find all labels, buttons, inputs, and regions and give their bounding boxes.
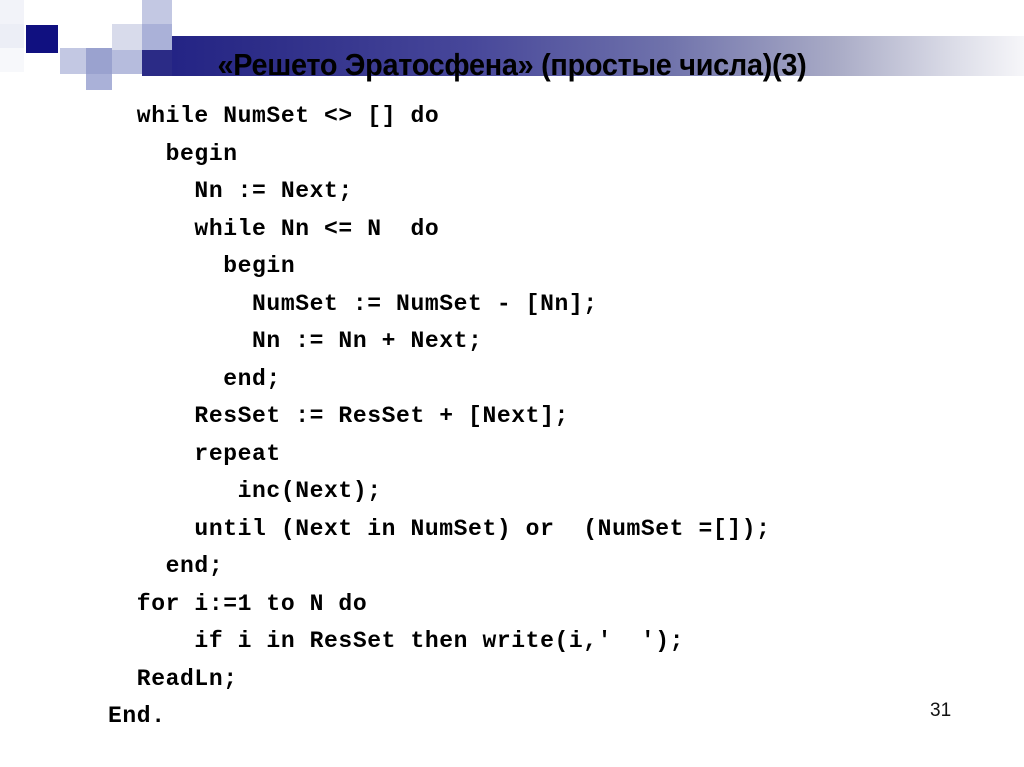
code-line: until (Next in NumSet) or (NumSet =[]);	[108, 515, 771, 542]
code-line: End.	[108, 703, 166, 729]
code-line: Nn := Nn + Next;	[108, 328, 483, 354]
code-line: begin	[108, 253, 296, 279]
code-line: while Nn <= N do	[108, 215, 440, 242]
code-line: NumSet := NumSet - [Nn];	[108, 290, 598, 317]
header-bar-whitespace	[172, 24, 1024, 36]
code-line: Nn := Next;	[108, 178, 353, 204]
page-number: 31	[930, 700, 952, 721]
slide-title: «Решето Эратосфена» (простые числа)(3)	[217, 47, 807, 82]
code-line: for i:=1 to N do	[108, 590, 368, 617]
code-line: inc(Next);	[108, 478, 382, 504]
code-line: ResSet := ResSet + [Next];	[108, 403, 569, 429]
code-line: ReadLn;	[108, 665, 238, 692]
code-line: if i in ResSet then write(i,' ');	[108, 628, 685, 654]
deco-square-white-1	[24, 0, 48, 24]
code-line: repeat	[108, 440, 281, 467]
code-line: while NumSet <> [] do	[108, 103, 440, 129]
deco-square-pale-3	[0, 48, 24, 72]
code-listing: while NumSet <> [] do begin Nn := Next; …	[108, 98, 771, 736]
code-line: end;	[108, 553, 224, 579]
deco-square-pale-2	[0, 24, 24, 48]
deco-square-pale-1	[0, 0, 24, 24]
deco-square-lavender-2	[142, 0, 172, 24]
code-line: begin	[108, 140, 238, 167]
code-line: end;	[108, 365, 281, 392]
